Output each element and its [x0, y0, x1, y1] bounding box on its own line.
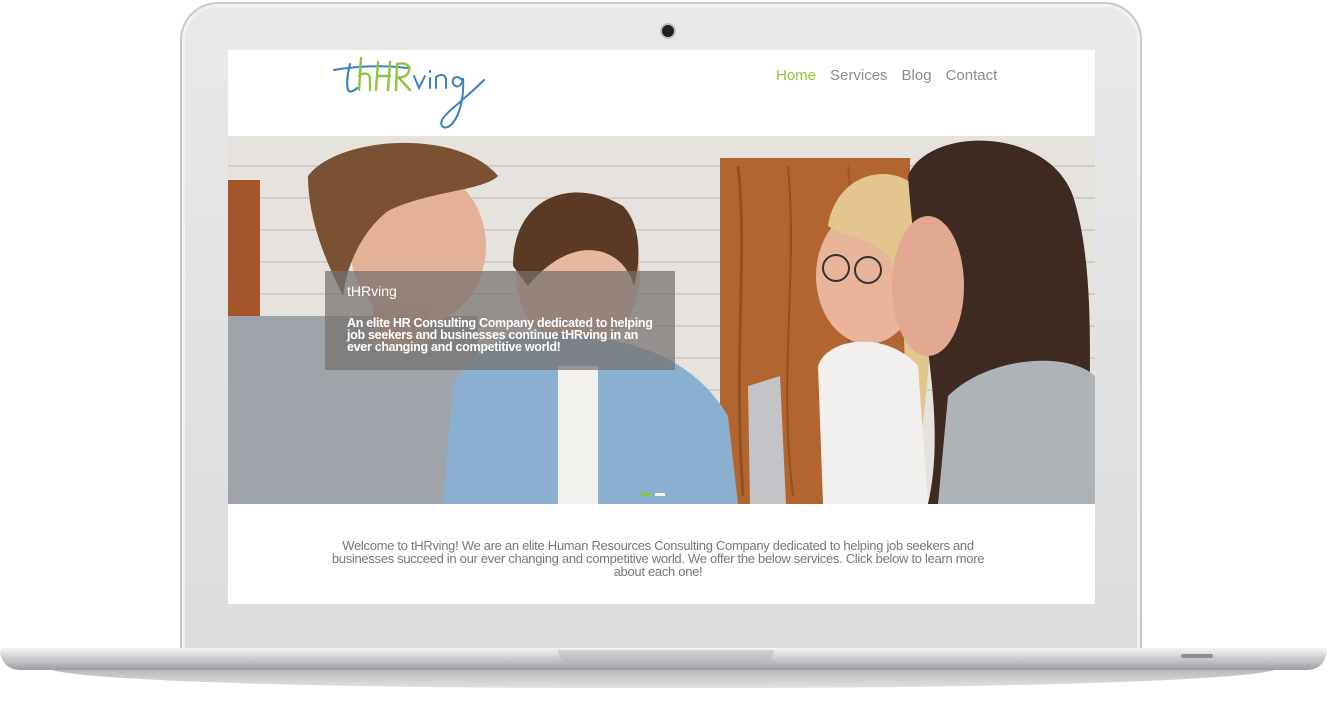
nav-home[interactable]: Home: [776, 67, 816, 84]
welcome-text: Welcome to tHRving! We are an elite Huma…: [331, 538, 985, 579]
hero-text: An elite HR Consulting Company dedicated…: [347, 316, 653, 354]
nav-services[interactable]: Services: [830, 67, 888, 84]
laptop-shadow: [50, 668, 1277, 688]
main-nav: Home Services Blog Contact: [776, 67, 1011, 84]
slider-dot-2[interactable]: [655, 493, 665, 496]
slider-dots: [641, 493, 665, 496]
hero-slider[interactable]: tHRving An elite HR Consulting Company d…: [228, 136, 1095, 504]
site-header: Home Services Blog Contact: [228, 50, 1095, 136]
laptop-notch: [558, 650, 774, 664]
webcam-icon: [662, 25, 674, 37]
laptop-led-icon: [1181, 654, 1213, 658]
hero-title: tHRving: [347, 283, 397, 299]
slider-dot-1[interactable]: [641, 493, 651, 496]
nav-contact[interactable]: Contact: [946, 67, 998, 84]
website-screen: Home Services Blog Contact tHRving An el…: [228, 50, 1095, 604]
nav-blog[interactable]: Blog: [902, 67, 932, 84]
hero-caption: tHRving An elite HR Consulting Company d…: [325, 271, 675, 370]
site-logo[interactable]: [326, 52, 492, 132]
